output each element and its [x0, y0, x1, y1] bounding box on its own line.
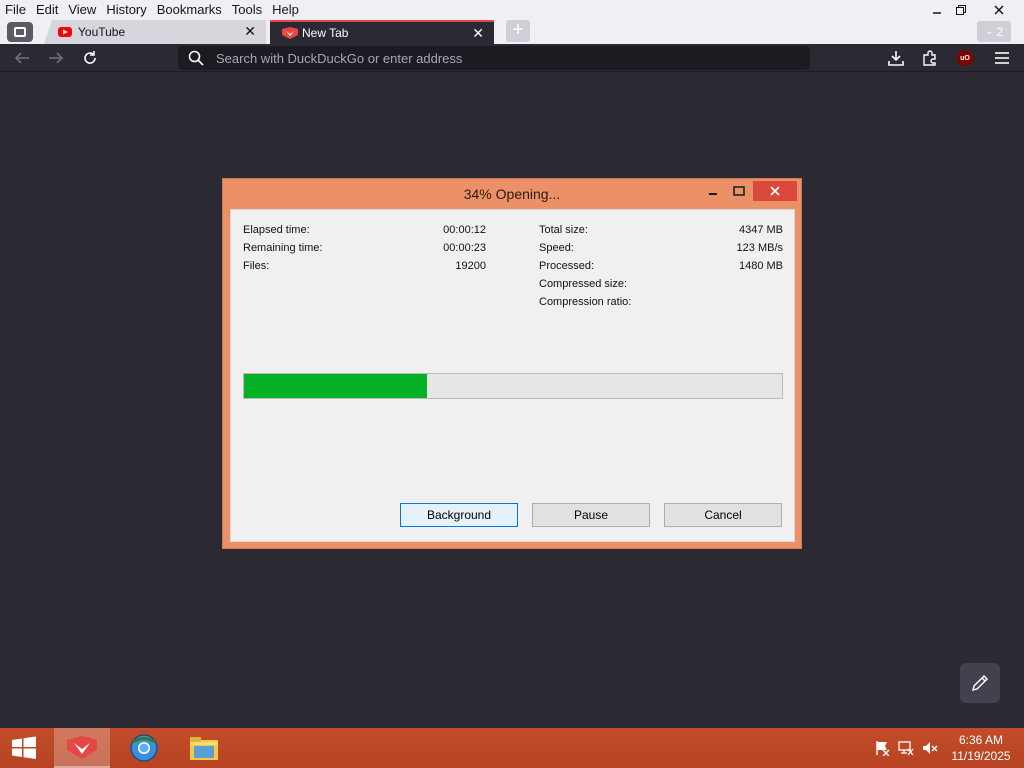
chevron-down-icon: ⌄ [984, 26, 994, 37]
compression-ratio-label: Compression ratio: [539, 296, 632, 308]
menu-bar: File Edit View History Bookmarks Tools H… [0, 0, 1024, 20]
address-bar[interactable] [178, 46, 810, 70]
restore-window-button[interactable] [944, 0, 978, 20]
processed-value: 1480 MB [738, 260, 783, 272]
menu-view[interactable]: View [63, 0, 101, 20]
puzzle-icon [923, 50, 936, 66]
files-value: 19200 [455, 260, 486, 272]
minimize-icon [709, 193, 717, 195]
extraction-progress-dialog: 34% Opening... Elapsed time: 00:00:12 Re… [222, 178, 802, 549]
windows-logo-icon [12, 736, 36, 759]
progress-bar-fill [244, 374, 427, 398]
files-label: Files: [243, 260, 270, 272]
dialog-maximize-button[interactable] [727, 181, 751, 201]
download-icon [888, 51, 904, 66]
taskbar-chrome-app[interactable] [116, 728, 172, 768]
extensions-button[interactable] [918, 46, 942, 70]
ublock-extension-button[interactable]: uO [953, 46, 977, 70]
close-icon [770, 186, 780, 196]
volume-muted-icon[interactable] [922, 740, 938, 756]
elapsed-time-label: Elapsed time: [243, 224, 310, 236]
menu-button[interactable] [990, 46, 1014, 70]
hamburger-menu-icon [995, 52, 1009, 64]
forward-button[interactable] [44, 46, 68, 70]
close-tab-icon[interactable]: ✕ [472, 25, 484, 42]
action-center-flag-icon[interactable] [874, 740, 890, 756]
speed-value: 123 MB/s [736, 242, 783, 254]
dialog-body: Elapsed time: 00:00:12 Remaining time: 0… [230, 209, 795, 542]
tab-youtube[interactable]: YouTube ✕ [44, 20, 266, 44]
tab-list-button[interactable] [7, 22, 33, 42]
tab-new-tab[interactable]: New Tab ✕ [270, 20, 494, 44]
compressed-size-label: Compressed size: [539, 278, 628, 290]
tab-title: YouTube [78, 25, 126, 39]
cancel-button[interactable]: Cancel [664, 503, 782, 527]
menu-edit[interactable]: Edit [31, 0, 63, 20]
remaining-time-label: Remaining time: [243, 242, 323, 254]
youtube-icon [58, 27, 72, 37]
tab-overflow-button[interactable]: ⌄ 2 [977, 21, 1011, 42]
reload-button[interactable] [78, 46, 102, 70]
ublock-icon: uO [957, 50, 973, 66]
background-button[interactable]: Background [400, 503, 518, 527]
address-input[interactable] [216, 50, 776, 66]
remaining-time-value: 00:00:23 [443, 242, 486, 254]
folder-icon [190, 737, 218, 760]
close-window-button[interactable] [982, 0, 1016, 20]
clock-date: 11/19/2025 [951, 749, 1011, 763]
globe-icon [130, 734, 158, 762]
network-icon[interactable] [898, 740, 914, 756]
taskbar: 6:36 AM 11/19/2025 [0, 728, 1024, 768]
start-button[interactable] [0, 728, 48, 768]
menu-history[interactable]: History [101, 0, 151, 20]
tab-title: New Tab [302, 26, 349, 40]
close-tab-icon[interactable]: ✕ [244, 23, 256, 40]
taskbar-file-explorer[interactable] [176, 728, 232, 768]
search-icon [188, 50, 204, 66]
edit-button[interactable] [960, 663, 1000, 703]
restore-icon [956, 5, 966, 15]
menu-file[interactable]: File [0, 0, 31, 20]
downloads-button[interactable] [884, 46, 908, 70]
speed-label: Speed: [539, 242, 574, 254]
navigation-bar: uO [0, 44, 1024, 72]
menu-bookmarks[interactable]: Bookmarks [152, 0, 227, 20]
dialog-close-button[interactable] [753, 181, 797, 201]
pause-button[interactable]: Pause [532, 503, 650, 527]
taskbar-browser[interactable] [54, 728, 110, 768]
menu-tools[interactable]: Tools [227, 0, 267, 20]
clock-time: 6:36 AM [958, 733, 1004, 747]
minimize-icon [933, 12, 941, 14]
browser-logo-icon [67, 736, 97, 759]
browser-logo-icon [282, 27, 298, 39]
maximize-icon [733, 186, 745, 196]
close-icon [994, 5, 1004, 15]
total-size-label: Total size: [539, 224, 588, 236]
new-tab-button[interactable]: + [506, 20, 530, 42]
pencil-icon [971, 674, 989, 692]
progress-bar [243, 373, 783, 399]
forward-arrow-icon [49, 52, 64, 64]
tab-count-label: 2 [996, 24, 1004, 39]
total-size-value: 4347 MB [738, 224, 783, 236]
dialog-minimize-button[interactable] [701, 181, 725, 201]
elapsed-time-value: 00:00:12 [443, 224, 486, 236]
menu-help[interactable]: Help [267, 0, 304, 20]
system-clock[interactable]: 6:36 AM 11/19/2025 [944, 732, 1018, 764]
back-button[interactable] [10, 46, 34, 70]
back-arrow-icon [14, 52, 29, 64]
processed-label: Processed: [539, 260, 595, 272]
reload-icon [84, 51, 96, 64]
